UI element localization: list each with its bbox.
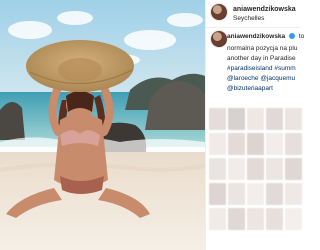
grid-cell	[209, 183, 226, 205]
post-photo[interactable]	[0, 0, 205, 250]
grid-cell	[285, 133, 302, 155]
grid-cell	[247, 133, 264, 155]
caption-line-5[interactable]: @bizuteriaapart	[227, 85, 273, 93]
post-location[interactable]: Seychelles	[233, 15, 264, 22]
grid-cell	[285, 208, 302, 230]
grid-cell	[285, 183, 302, 205]
grid-cell	[285, 158, 302, 180]
caption-avatar[interactable]	[210, 30, 228, 48]
grid-cell	[266, 108, 283, 130]
grid-cell	[228, 108, 245, 130]
grid-cell	[247, 183, 264, 205]
grid-cell	[228, 133, 245, 155]
grid-cell	[228, 208, 245, 230]
grid-cell	[266, 183, 283, 205]
grid-cell	[247, 108, 264, 130]
caption-line-0: to	[298, 33, 305, 40]
post-username[interactable]: aniawendzikowska	[233, 6, 296, 13]
grid-cell	[247, 158, 264, 180]
grid-cell	[209, 208, 226, 230]
grid-cell	[266, 208, 283, 230]
caption-header-line: aniawendzikowska to	[227, 33, 304, 41]
avatar[interactable]	[210, 3, 228, 21]
caption-line-3[interactable]: #paradiseisland #summ	[227, 65, 296, 73]
verified-badge-icon	[288, 33, 295, 40]
grid-cell	[247, 208, 264, 230]
header-divider	[205, 27, 300, 28]
grid-cell	[285, 108, 302, 130]
grid-cell	[209, 108, 226, 130]
caption-line-1: normalna pozycja na plu	[227, 45, 298, 52]
caption-line-4[interactable]: @laroeche @jacquemu	[227, 75, 295, 83]
grid-cell	[209, 158, 226, 180]
grid-cell	[266, 133, 283, 155]
grid-cell	[266, 158, 283, 180]
grid-cell	[228, 158, 245, 180]
grid-cell	[209, 133, 226, 155]
grid-cell	[228, 183, 245, 205]
caption-username[interactable]: aniawendzikowska	[227, 33, 285, 40]
caption-line-2: another day in Paradise	[227, 55, 296, 62]
